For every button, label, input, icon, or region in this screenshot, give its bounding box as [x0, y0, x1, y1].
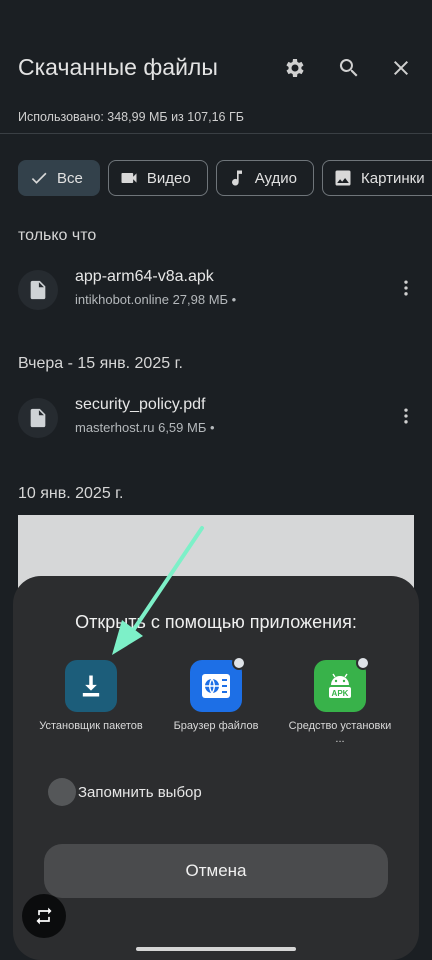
app-file-browser[interactable]: Браузер файлов	[161, 656, 271, 733]
section-header-just-now: только что	[18, 227, 97, 244]
file-icon	[30, 280, 46, 300]
close-icon	[394, 61, 408, 75]
downloads-screen: Скачанные файлы Использовано: 348,99 МБ …	[0, 0, 432, 960]
app-label: Установщик пакетов	[39, 720, 143, 732]
chip-all[interactable]: Все	[18, 160, 100, 196]
badge-icon	[232, 656, 246, 670]
file-meta: intikhobot.online 27,98 МБ •	[75, 292, 237, 307]
storage-usage: Использовано: 348,99 МБ из 107,16 ГБ	[18, 110, 244, 124]
music-icon	[231, 170, 242, 186]
chip-video[interactable]: Видео	[107, 160, 208, 196]
file-icon	[30, 408, 46, 428]
app-apk-installer[interactable]: APK Средство установки ...	[285, 656, 395, 746]
app-label: Браузер файлов	[173, 720, 259, 732]
filter-chips: Все Видео Аудио Картинки	[18, 160, 432, 196]
video-icon	[121, 173, 137, 183]
file-meta: masterhost.ru 6,59 МБ •	[75, 420, 215, 435]
app-icon: APK	[314, 656, 370, 712]
search-button[interactable]	[333, 52, 365, 84]
settings-button[interactable]	[279, 52, 311, 84]
section-header-yesterday: Вчера - 15 янв. 2025 г.	[18, 355, 183, 372]
apk-installer-icon: APK	[329, 673, 351, 698]
chip-images[interactable]: Картинки	[322, 160, 432, 196]
rotate-button[interactable]	[22, 894, 66, 938]
open-with-sheet: Открыть с помощью приложения: Установщик…	[13, 576, 419, 960]
app-icon	[65, 660, 117, 712]
chip-audio[interactable]: Аудио	[215, 160, 314, 196]
more-options-button[interactable]	[394, 276, 418, 300]
list-item[interactable]: app-arm64-v8a.apk intikhobot.online 27,9…	[0, 262, 432, 322]
file-icon-wrapper	[18, 270, 58, 310]
app-icon	[190, 656, 246, 712]
chip-label: Картинки	[361, 169, 425, 187]
file-browser-icon	[202, 674, 230, 698]
file-name: security_policy.pdf	[75, 396, 206, 413]
home-indicator[interactable]	[136, 947, 296, 951]
cancel-label: Отмена	[185, 861, 247, 880]
app-header: Скачанные файлы	[0, 40, 432, 100]
section-header-jan-10: 10 янв. 2025 г.	[18, 485, 124, 502]
apk-icon-text: APK	[332, 689, 349, 698]
more-vert-icon	[404, 408, 408, 424]
more-options-button[interactable]	[394, 404, 418, 428]
chip-label: Видео	[146, 169, 191, 187]
image-icon	[335, 170, 351, 186]
sheet-title: Открыть с помощью приложения:	[75, 612, 357, 632]
download-icon	[82, 675, 100, 697]
file-name: app-arm64-v8a.apk	[75, 268, 214, 285]
chip-label: Аудио	[254, 169, 297, 187]
close-button[interactable]	[385, 52, 417, 84]
badge-icon	[356, 656, 370, 670]
remember-label: Запомнить выбор	[78, 783, 202, 801]
check-icon	[31, 172, 47, 184]
page-title: Скачанные файлы	[18, 54, 218, 80]
cancel-button[interactable]: Отмена	[44, 844, 388, 898]
gear-icon	[286, 59, 304, 77]
app-package-installer[interactable]: Установщик пакетов	[36, 660, 146, 733]
remember-radio[interactable]	[48, 778, 76, 806]
rotate-icon	[36, 907, 52, 925]
search-icon	[339, 59, 358, 77]
app-label: Средство установки ...	[288, 720, 392, 745]
more-vert-icon	[404, 280, 408, 296]
remember-choice-toggle[interactable]: Запомнить выбор	[48, 778, 202, 806]
chip-label: Все	[57, 169, 83, 187]
list-item[interactable]: security_policy.pdf masterhost.ru 6,59 М…	[0, 390, 432, 450]
file-icon-wrapper	[18, 398, 58, 438]
header-divider	[0, 133, 432, 134]
